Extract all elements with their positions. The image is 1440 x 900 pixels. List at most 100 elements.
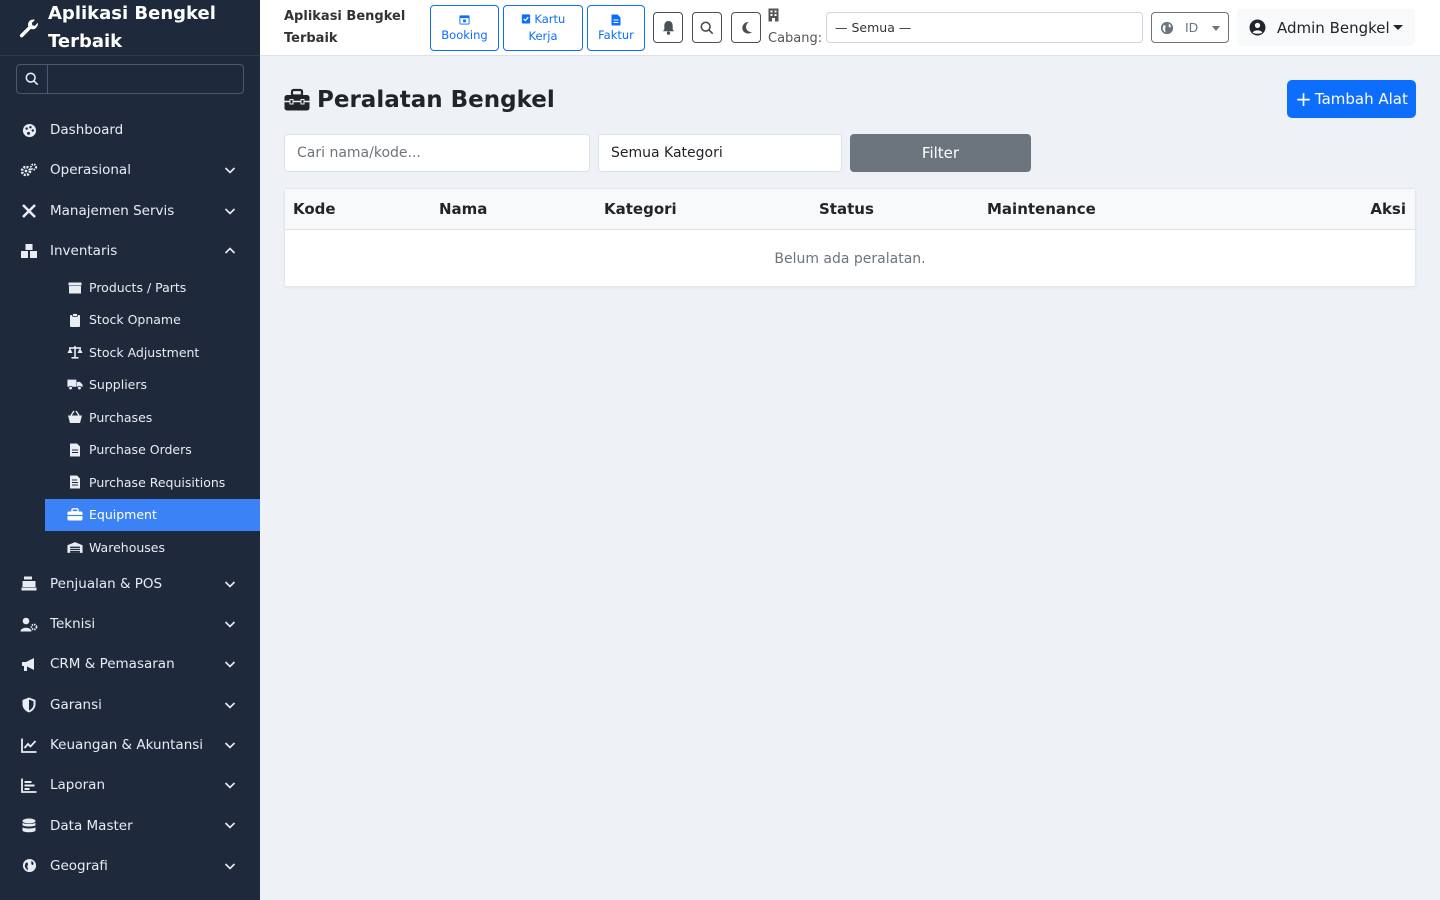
sidebar-item-label: Manajemen Servis bbox=[50, 202, 175, 219]
search-input[interactable] bbox=[284, 134, 590, 172]
warehouse-icon bbox=[67, 539, 83, 555]
building-icon bbox=[768, 8, 822, 29]
kartu-kerja-label: Kartu Kerja bbox=[513, 11, 573, 45]
sidebar-item-data-master[interactable]: Data Master bbox=[0, 805, 260, 845]
bar-chart-icon bbox=[20, 776, 38, 794]
sidebar-item-label: Keuangan & Akuntansi bbox=[50, 737, 204, 754]
sidebar-item-label: Purchases bbox=[89, 409, 153, 425]
wrench-icon bbox=[19, 19, 38, 37]
sidebar-item-garansi[interactable]: Garansi bbox=[0, 685, 260, 725]
sidebar-brand[interactable]: Aplikasi Bengkel Terbaik bbox=[0, 0, 260, 56]
scale-icon bbox=[67, 344, 83, 360]
chevron-down-icon bbox=[224, 863, 236, 870]
sidebar-item-crm-pemasaran[interactable]: CRM & Pemasaran bbox=[0, 644, 260, 684]
sidebar-item-label: Inventaris bbox=[50, 243, 118, 260]
notifications-button[interactable] bbox=[653, 12, 683, 43]
top-navbar: Aplikasi Bengkel Terbaik Booking Kartu K… bbox=[260, 0, 1440, 56]
column-header-nama[interactable]: Nama bbox=[439, 200, 487, 218]
user-circle-icon bbox=[1249, 19, 1266, 36]
sidebar-search-input[interactable] bbox=[48, 65, 243, 93]
chevron-up-icon bbox=[224, 247, 236, 254]
cabang-select[interactable]: — Semua — bbox=[826, 12, 1143, 43]
sidebar-item-manajemen-servis[interactable]: Manajemen Servis bbox=[0, 191, 260, 231]
sidebar-item-geografi[interactable]: Geografi bbox=[0, 846, 260, 886]
shield-icon bbox=[20, 696, 38, 714]
bullhorn-icon bbox=[20, 655, 38, 673]
sidebar-item-warehouses[interactable]: Warehouses bbox=[45, 531, 260, 564]
navbar-brand[interactable]: Aplikasi Bengkel Terbaik bbox=[284, 6, 414, 50]
table-header: Kode Nama Kategori Status Maintenance Ak… bbox=[285, 189, 1415, 230]
toolbox-icon bbox=[67, 507, 83, 523]
file-icon bbox=[611, 13, 621, 27]
palette-icon bbox=[20, 121, 38, 139]
sidebar-item-equipment[interactable]: Equipment bbox=[45, 498, 260, 532]
sidebar-item-products-parts[interactable]: Products / Parts bbox=[45, 271, 260, 304]
moon-icon bbox=[741, 21, 752, 34]
sidebar-item-teknisi[interactable]: Teknisi bbox=[0, 604, 260, 644]
chevron-down-icon bbox=[224, 581, 236, 588]
sidebar-item-purchase-orders[interactable]: Purchase Orders bbox=[45, 434, 260, 467]
sidebar-item-label: Stock Opname bbox=[89, 312, 181, 328]
search-icon bbox=[17, 65, 48, 93]
sidebar-item-stock-opname[interactable]: Stock Opname bbox=[45, 304, 260, 337]
sidebar-item-label: Equipment bbox=[89, 507, 157, 523]
sidebar-item-purchase-requisitions[interactable]: Purchase Requisitions bbox=[45, 466, 260, 499]
globe-icon bbox=[1160, 21, 1174, 34]
filter-button[interactable]: Filter bbox=[850, 134, 1031, 172]
column-header-kode[interactable]: Kode bbox=[293, 200, 336, 218]
sidebar-item-suppliers[interactable]: Suppliers bbox=[45, 369, 260, 402]
sidebar-item-inventaris[interactable]: Inventaris bbox=[0, 231, 260, 271]
sidebar-item-label: Products / Parts bbox=[89, 279, 187, 295]
sidebar-item-stock-adjustment[interactable]: Stock Adjustment bbox=[45, 336, 260, 369]
app-title: Aplikasi Bengkel Terbaik bbox=[48, 2, 216, 52]
file-invoice-icon bbox=[67, 442, 83, 458]
add-equipment-button[interactable]: + Tambah Alat bbox=[1287, 80, 1416, 118]
sidebar-item-dashboard[interactable]: Dashboard bbox=[0, 110, 260, 150]
tools-icon bbox=[20, 202, 38, 220]
chevron-down-icon bbox=[224, 661, 236, 668]
cogs-icon bbox=[20, 161, 38, 179]
kartu-kerja-button[interactable]: Kartu Kerja bbox=[503, 5, 583, 51]
faktur-button[interactable]: Faktur bbox=[587, 5, 645, 51]
booking-label: Booking bbox=[441, 27, 488, 42]
column-header-status[interactable]: Status bbox=[819, 200, 874, 218]
user-menu-button[interactable]: Admin Bengkel bbox=[1237, 9, 1415, 46]
category-select[interactable]: Semua Kategori bbox=[598, 134, 842, 172]
sidebar-nav: Dashboard Operasional Manajemen Servis I… bbox=[0, 110, 260, 886]
line-chart-icon bbox=[20, 736, 38, 754]
theme-toggle-button[interactable] bbox=[731, 12, 761, 43]
table-empty-row: Belum ada peralatan. bbox=[285, 230, 1415, 287]
sidebar-item-label: Data Master bbox=[50, 817, 133, 834]
user-name: Admin Bengkel bbox=[1277, 18, 1390, 37]
caret-down-icon bbox=[1212, 26, 1220, 31]
sidebar-item-operasional[interactable]: Operasional bbox=[0, 150, 260, 190]
equipment-table: Kode Nama Kategori Status Maintenance Ak… bbox=[284, 188, 1416, 287]
bell-icon bbox=[662, 21, 674, 35]
caret-down-icon bbox=[1393, 25, 1403, 30]
boxes-icon bbox=[20, 242, 38, 260]
chevron-down-icon bbox=[224, 208, 236, 215]
toolbox-icon bbox=[284, 88, 310, 111]
sidebar-item-label: Garansi bbox=[50, 696, 102, 713]
sidebar-item-penjualan-pos[interactable]: Penjualan & POS bbox=[0, 564, 260, 604]
sidebar-item-label: Dashboard bbox=[50, 122, 124, 139]
booking-button[interactable]: Booking bbox=[430, 5, 499, 51]
language-select[interactable]: ID bbox=[1151, 12, 1229, 43]
database-icon bbox=[20, 817, 38, 835]
sidebar-item-laporan[interactable]: Laporan bbox=[0, 765, 260, 805]
column-header-aksi: Aksi bbox=[1370, 200, 1406, 218]
plus-icon: + bbox=[1295, 87, 1312, 111]
column-header-kategori[interactable]: Kategori bbox=[604, 200, 677, 218]
column-header-maintenance[interactable]: Maintenance bbox=[987, 200, 1096, 218]
user-gear-icon bbox=[20, 615, 38, 633]
sidebar-item-label: Geografi bbox=[50, 857, 108, 874]
empty-message: Belum ada peralatan. bbox=[774, 250, 926, 267]
sidebar-item-purchases[interactable]: Purchases bbox=[45, 401, 260, 434]
chevron-down-icon bbox=[224, 167, 236, 174]
sidebar-item-label: CRM & Pemasaran bbox=[50, 656, 175, 673]
sidebar-item-keuangan-akuntansi[interactable]: Keuangan & Akuntansi bbox=[0, 725, 260, 765]
chevron-down-icon bbox=[224, 702, 236, 709]
category-select-value: Semua Kategori bbox=[611, 145, 723, 161]
global-search-button[interactable] bbox=[692, 12, 722, 43]
chevron-down-icon bbox=[224, 822, 236, 830]
